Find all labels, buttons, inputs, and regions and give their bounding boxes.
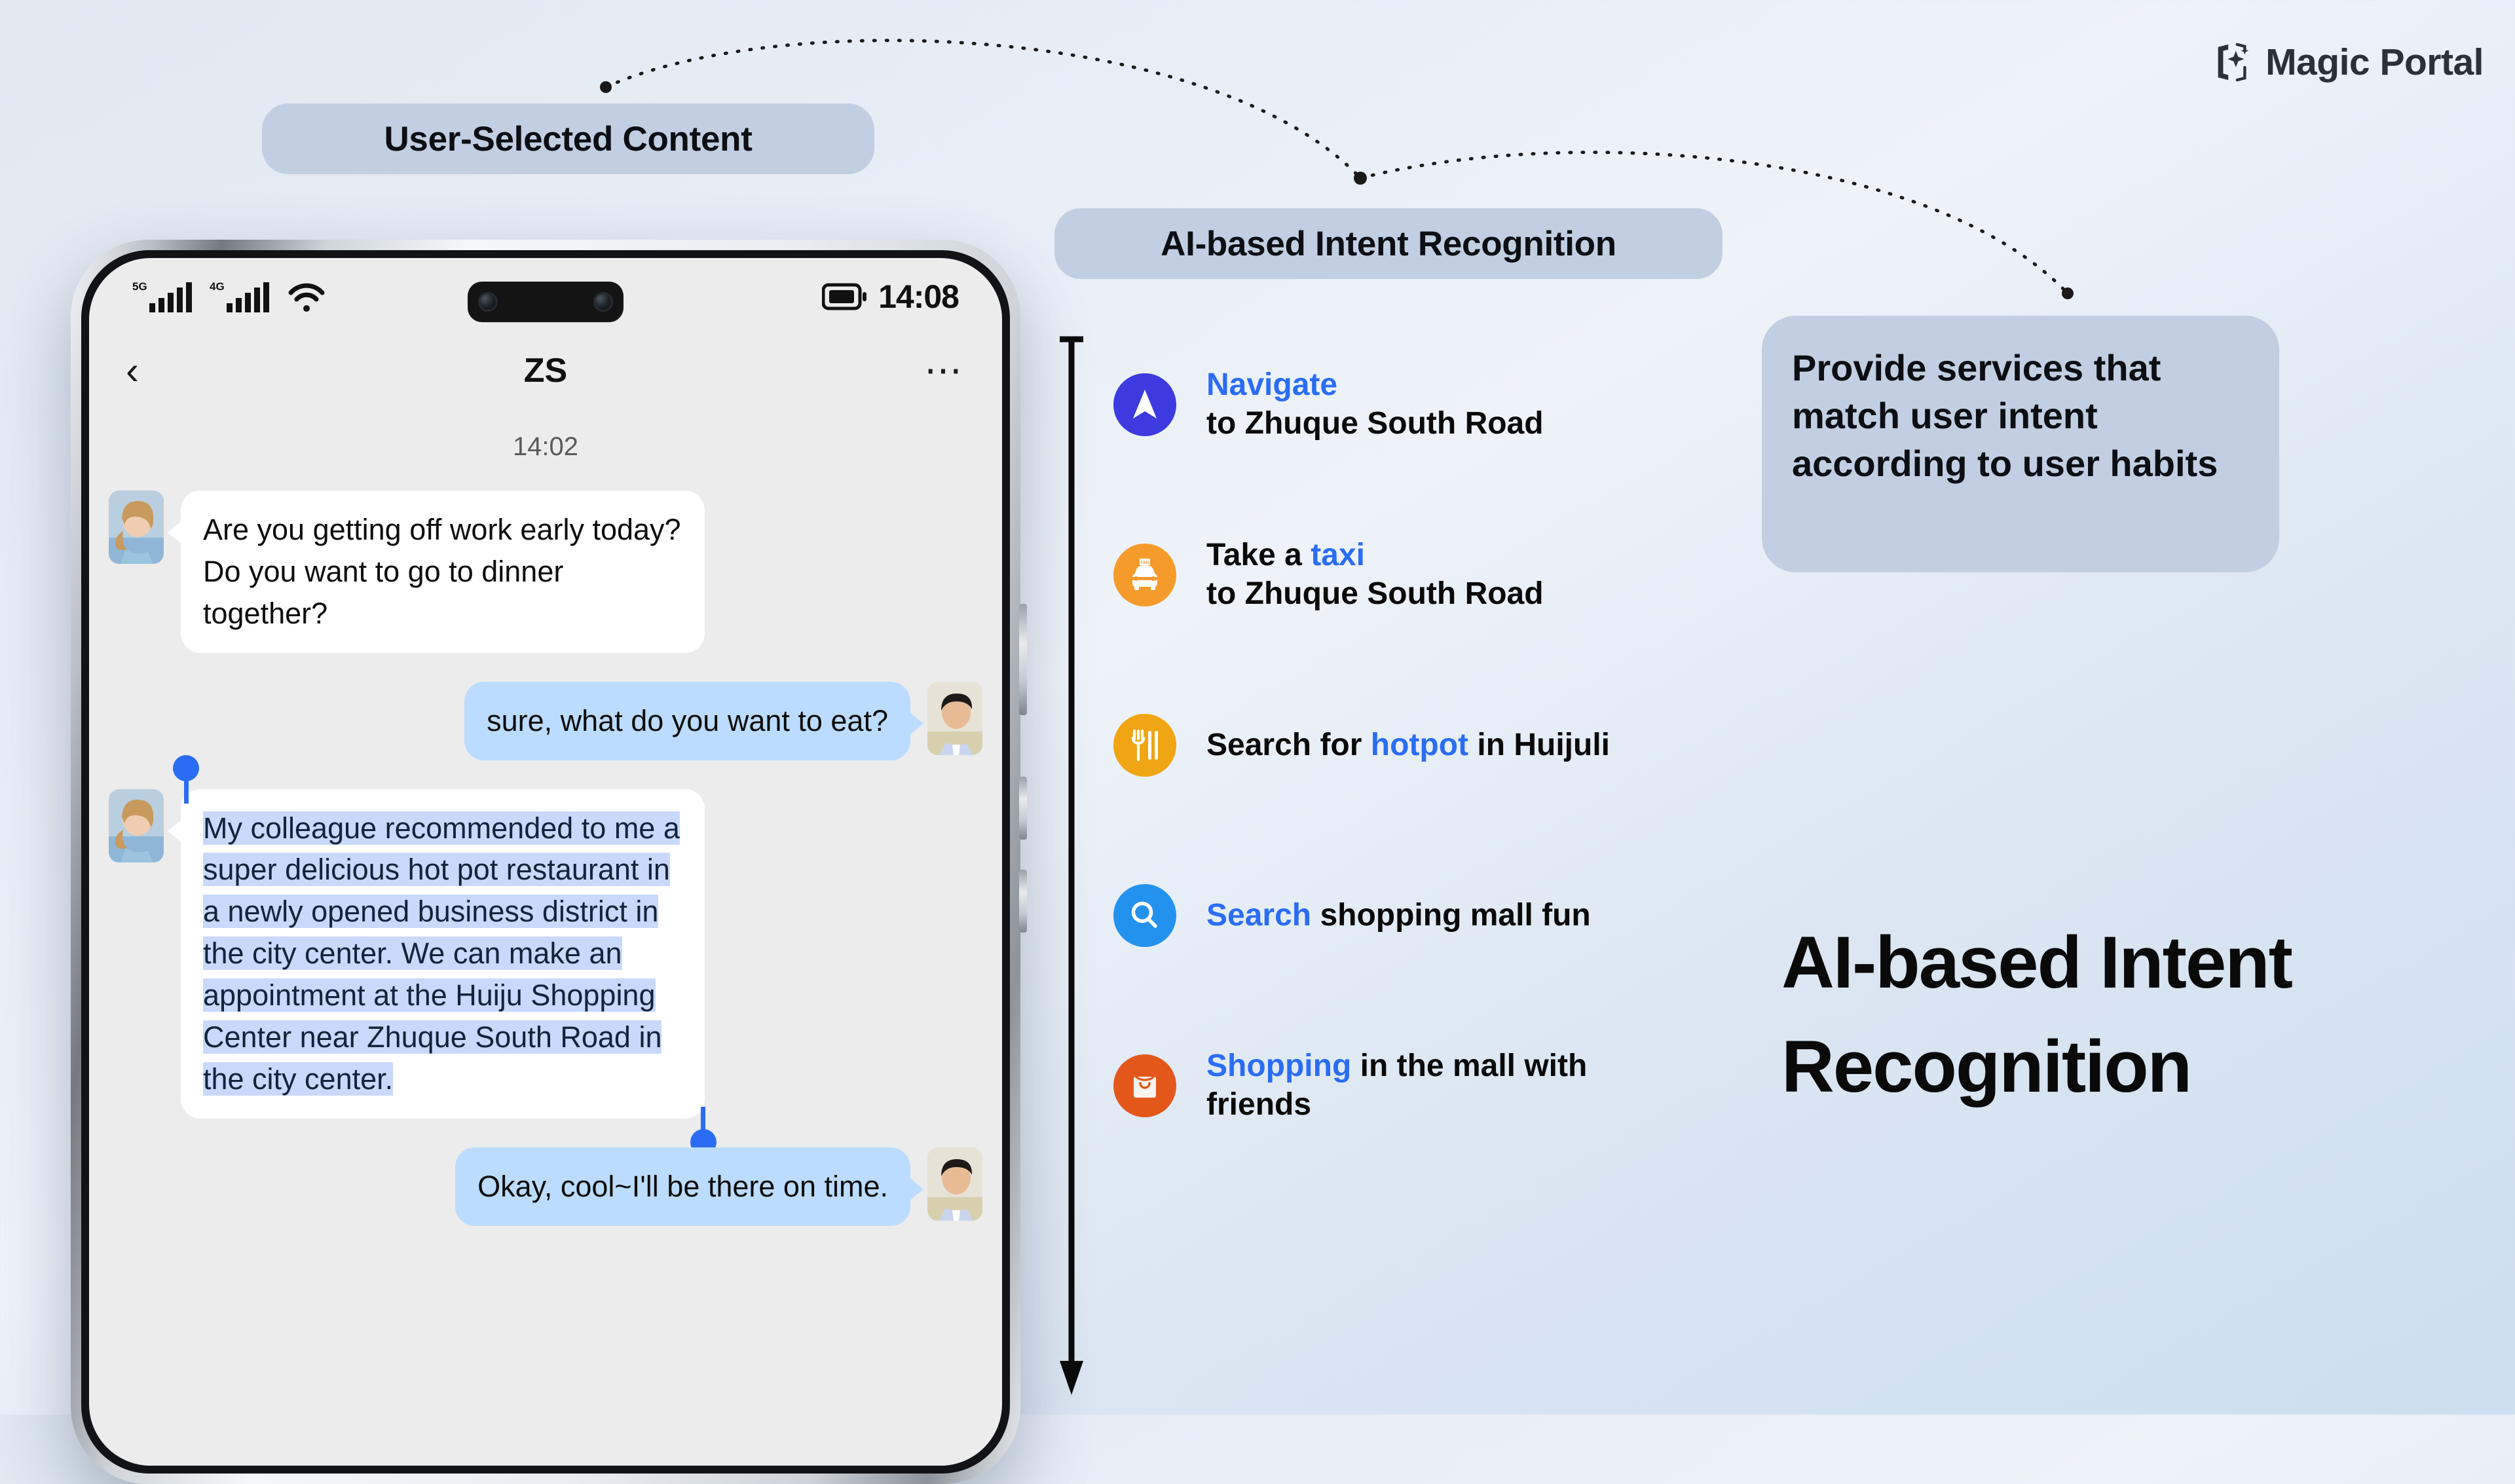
avatar (927, 681, 982, 755)
intent-highlight: taxi (1311, 538, 1365, 573)
intent-item-search[interactable]: Search shopping mall fun (1113, 851, 1768, 980)
intent-highlight: hotpot (1370, 727, 1469, 762)
chat-message-row-selected: My colleague recommended to me a super d… (109, 754, 982, 1155)
selection-handle-start[interactable] (173, 754, 199, 804)
camera-island (468, 282, 624, 322)
chat-thread: 14:02 Are you getting off work early tod… (89, 406, 1002, 1466)
intent-detail: friends (1206, 1087, 1312, 1122)
signal-4g-icon: 4G (210, 280, 269, 312)
svg-text:4G: 4G (210, 280, 225, 293)
intent-label: Search shopping mall fun (1206, 897, 1591, 935)
intent-label: Search for hotpot in Huijuli (1206, 726, 1610, 765)
svg-text:TAXI: TAXI (1140, 561, 1150, 565)
signal-5g-icon: 5G (132, 280, 192, 312)
wifi-icon (288, 283, 325, 312)
chat-timestamp: 14:02 (512, 432, 579, 461)
flow-direction-arrow (1060, 336, 1083, 1395)
poster-canvas: Magic Portal User-Selected Content AI-ba… (0, 0, 2515, 1484)
intent-item-taxi[interactable]: TAXI Take a taxi to Zhuque South Road (1113, 511, 1768, 639)
chat-bubble-incoming-selected[interactable]: My colleague recommended to me a super d… (168, 754, 717, 1155)
chat-bubble-outgoing: Okay, cool~I'll be there on time. (455, 1147, 923, 1226)
status-clock: 14:08 (878, 278, 959, 315)
phone-side-button[interactable] (1019, 870, 1027, 933)
chat-message-row: Okay, cool~I'll be there on time. (109, 1147, 982, 1226)
back-icon[interactable]: ‹ (126, 351, 139, 390)
phone-bezel: 5G 4G 14:08 ‹ ZS ⋯ 14:02 Are you getting… (81, 250, 1010, 1474)
intent-detail: to Zhuque South Road (1206, 576, 1544, 611)
intent-detail: to Zhuque South Road (1206, 406, 1544, 441)
callout-ai-intent-recognition: AI-based Intent Recognition (1054, 208, 1723, 279)
callout-user-selected-content: User-Selected Content (262, 103, 874, 174)
phone-volume-button[interactable] (1019, 604, 1027, 715)
intent-highlight: Shopping (1206, 1048, 1352, 1084)
chat-nav-bar: ‹ ZS ⋯ (89, 335, 1002, 406)
phone-power-button[interactable] (1019, 777, 1027, 840)
search-icon (1113, 884, 1176, 947)
intent-suffix: in Huijuli (1468, 727, 1610, 762)
intent-highlight: Search (1206, 897, 1312, 933)
cutlery-icon (1113, 714, 1176, 777)
phone-screen: 5G 4G 14:08 ‹ ZS ⋯ 14:02 Are you getting… (89, 258, 1002, 1466)
chat-bubble-outgoing: sure, what do you want to eat? (464, 681, 923, 760)
chat-message-row: Are you getting off work early today? Do… (109, 491, 982, 653)
chat-message-row: sure, what do you want to eat? (109, 681, 982, 760)
navigation-arrow-icon (1113, 373, 1176, 436)
callout-provide-services: Provide services that match user intent … (1762, 316, 2279, 572)
intent-item-navigate[interactable]: Navigate to Zhuque South Road (1113, 341, 1768, 469)
intent-label: Take a taxi to Zhuque South Road (1206, 536, 1544, 613)
magic-portal-sparkle-icon (2218, 43, 2249, 82)
intent-suggestion-list: Navigate to Zhuque South Road TAXI Take … (1113, 341, 1768, 1192)
camera-lens-left (478, 292, 498, 312)
phone-mockup: 5G 4G 14:08 ‹ ZS ⋯ 14:02 Are you getting… (71, 240, 1027, 1484)
taxi-icon: TAXI (1113, 544, 1176, 606)
intent-item-shopping[interactable]: Shopping in the mall with friends (1113, 1022, 1768, 1150)
shopping-bag-icon (1113, 1054, 1176, 1117)
intent-suffix: in the mall with (1351, 1048, 1588, 1084)
battery-icon (822, 283, 867, 310)
intent-label: Navigate to Zhuque South Road (1206, 366, 1544, 443)
intent-highlight: Navigate (1206, 367, 1338, 403)
brand-logo: Magic Portal (2212, 41, 2484, 84)
camera-lens-right (593, 292, 613, 312)
avatar (109, 788, 164, 863)
more-horizontal-icon[interactable]: ⋯ (924, 352, 965, 390)
page-title: AI-based Intent Recognition (1781, 921, 2293, 1108)
intent-prefix: Take a (1206, 538, 1311, 573)
selected-text: My colleague recommended to me a super d… (203, 811, 680, 1096)
intent-item-food[interactable]: Search for hotpot in Huijuli (1113, 681, 1768, 809)
svg-text:5G: 5G (132, 280, 147, 293)
intent-prefix: Search for (1206, 727, 1371, 762)
avatar (927, 1147, 982, 1221)
brand-name: Magic Portal (2265, 41, 2484, 83)
chat-bubble-incoming: Are you getting off work early today? Do… (168, 491, 705, 653)
intent-suffix: shopping mall fun (1311, 897, 1591, 933)
avatar (109, 491, 164, 564)
intent-label: Shopping in the mall with friends (1206, 1047, 1587, 1124)
chat-contact-name: ZS (523, 352, 568, 390)
